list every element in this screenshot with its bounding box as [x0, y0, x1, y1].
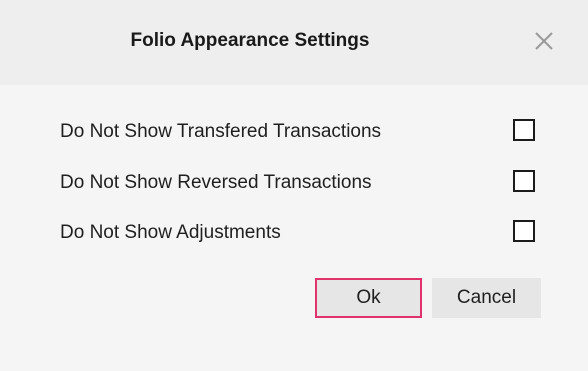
checkbox-adjustments[interactable] [513, 220, 535, 242]
checkbox-reversed[interactable] [513, 170, 535, 192]
option-row-adjustments: Do Not Show Adjustments [60, 220, 550, 248]
ok-button[interactable]: Ok [315, 278, 422, 318]
checkbox-transfered[interactable] [513, 119, 535, 141]
option-label-adjustments: Do Not Show Adjustments [60, 222, 281, 243]
cancel-button[interactable]: Cancel [432, 278, 541, 318]
dialog-titlebar: Folio Appearance Settings [0, 0, 588, 85]
option-row-reversed: Do Not Show Reversed Transactions [60, 170, 550, 198]
option-label-transfered: Do Not Show Transfered Transactions [60, 121, 382, 142]
folio-appearance-dialog: Folio Appearance Settings Do Not Show Tr… [0, 0, 588, 371]
option-label-reversed: Do Not Show Reversed Transactions [60, 172, 372, 193]
dialog-title: Folio Appearance Settings [130, 30, 370, 51]
close-icon[interactable] [530, 27, 558, 55]
option-row-transfered: Do Not Show Transfered Transactions [60, 119, 550, 147]
